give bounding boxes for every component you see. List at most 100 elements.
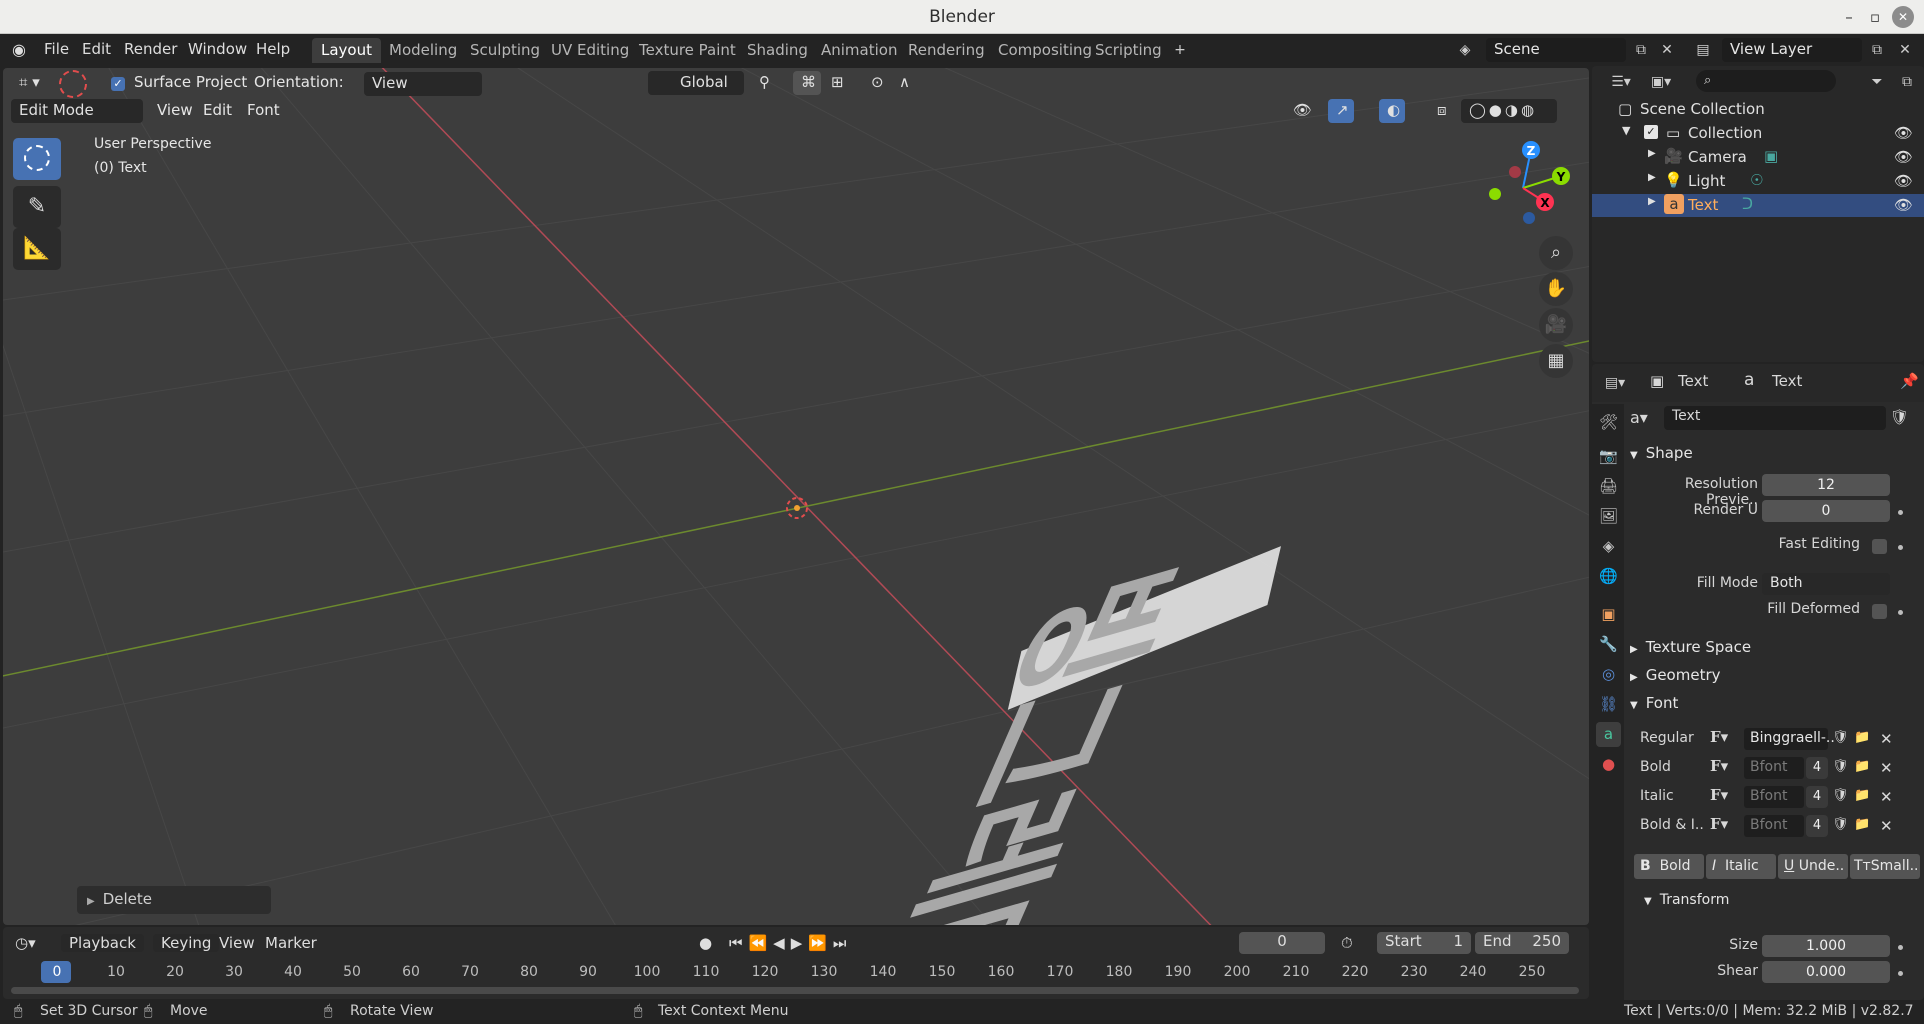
resolution-preview-field[interactable]: 12 (1762, 474, 1890, 496)
timeline-editor[interactable]: ◷▾ Playback Keying View Marker ● ⏮⏪◀▶⏩⏭ … (3, 927, 1589, 999)
texture-space-panel-header[interactable]: ▶ Texture Space (1630, 638, 1751, 656)
font-bold-italic-field[interactable]: Bfont (1744, 815, 1804, 837)
last-operator-panel[interactable]: ▶ Delete (77, 886, 271, 914)
menu-help[interactable]: Help (256, 40, 290, 58)
font-browse-icon[interactable]: F▾ (1710, 728, 1728, 746)
font-browse-icon[interactable]: F▾ (1710, 815, 1728, 833)
gizmo-toggle-icon[interactable]: ↗ (1328, 99, 1354, 123)
keyframe-dot-icon[interactable] (1898, 971, 1903, 976)
expand-arrow-icon[interactable]: ▶ (1648, 196, 1656, 207)
tab-rendering[interactable]: Rendering (899, 38, 994, 63)
select-circle-icon[interactable] (59, 70, 87, 98)
outliner-item-camera[interactable]: ▶ 🎥 Camera ▣ 👁 (1592, 146, 1924, 169)
playback-controls-icon[interactable]: ⏮⏪◀▶⏩⏭ (729, 934, 852, 952)
fake-user-shield-icon[interactable]: 🛡 (1832, 817, 1849, 832)
eye-icon[interactable]: 👁 (1894, 124, 1913, 142)
open-folder-icon[interactable]: 📁 (1854, 788, 1870, 803)
toggle-italic-button[interactable]: I Italic (1706, 854, 1776, 879)
snap-icon[interactable]: ⌘ (793, 71, 821, 95)
scene-name-field[interactable]: Scene (1486, 38, 1626, 62)
new-scene-icon[interactable]: ⧉ (1628, 38, 1654, 62)
scene-selector-icon[interactable]: ◈ (1452, 38, 1478, 62)
maximize-button[interactable]: ▫ (1864, 6, 1886, 28)
font-italic-field[interactable]: Bfont (1744, 786, 1804, 808)
outliner-item-light[interactable]: ▶ 💡 Light ☉ 👁 (1592, 170, 1924, 193)
font-regular-field[interactable]: Binggraell-.. (1744, 728, 1835, 750)
navigation-gizmo[interactable]: Z Y X (1473, 138, 1573, 238)
pivot-point-icon[interactable]: ⚲ (751, 71, 787, 95)
tab-compositing[interactable]: Compositing (989, 38, 1101, 63)
open-folder-icon[interactable]: 📁 (1854, 730, 1870, 745)
display-mode-icon[interactable]: ▣▾ (1648, 70, 1674, 94)
menu-file[interactable]: File (44, 40, 69, 58)
add-workspace-icon[interactable]: + (1167, 38, 1193, 62)
light-data-icon[interactable]: ☉ (1750, 171, 1763, 189)
world-tab-icon[interactable]: 🌐 (1596, 564, 1621, 589)
fill-deformed-checkbox[interactable] (1872, 604, 1887, 619)
expand-arrow-icon[interactable]: ▶ (1648, 172, 1656, 183)
tab-modeling[interactable]: Modeling (380, 38, 466, 63)
pin-icon[interactable]: 📌 (1900, 372, 1919, 390)
marker-menu[interactable]: Marker (265, 934, 317, 952)
playback-menu[interactable]: Playback (61, 934, 144, 952)
keyframe-dot-icon[interactable] (1898, 510, 1903, 515)
mode-dropdown[interactable]: Edit Mode (11, 99, 143, 123)
new-collection-icon[interactable]: ⧉ (1894, 70, 1920, 94)
visibility-icon[interactable]: 👁 (1285, 99, 1319, 123)
open-folder-icon[interactable]: 📁 (1854, 817, 1870, 832)
data-tab-icon[interactable]: a (1596, 722, 1621, 747)
transform-panel-header[interactable]: ▼ Transform (1644, 892, 1729, 908)
scene-tab-icon[interactable]: ◈ (1596, 534, 1621, 559)
collection-checkbox[interactable]: ✓ (1644, 125, 1658, 139)
view-layer-tab-icon[interactable]: 🖼 (1596, 504, 1621, 529)
toggle-underline-button[interactable]: U Unde.. (1778, 854, 1848, 879)
unlink-icon[interactable]: ✕ (1880, 788, 1893, 806)
delete-scene-icon[interactable]: ✕ (1654, 38, 1680, 62)
outliner[interactable]: ☰▾ ▣▾ ⌕ ⏷ ⧉ ▢ Scene Collection ▼ ✓ ▭ Col… (1592, 66, 1924, 362)
tool-tab-icon[interactable]: 🛠 (1596, 410, 1621, 435)
fast-editing-checkbox[interactable] (1872, 539, 1887, 554)
fake-user-shield-icon[interactable]: 🛡 (1890, 408, 1909, 426)
open-folder-icon[interactable]: 📁 (1854, 759, 1870, 774)
shape-panel-header[interactable]: ▼ Shape (1630, 444, 1693, 462)
timeline-view-menu[interactable]: View (219, 934, 255, 952)
eye-icon[interactable]: 👁 (1894, 172, 1913, 190)
collapse-arrow-icon[interactable]: ▼ (1622, 124, 1630, 137)
minimize-button[interactable]: – (1838, 6, 1860, 28)
render-u-field[interactable]: 0 (1762, 500, 1890, 522)
3d-viewport[interactable]: 빙그레다 ⌗ ▾ ✓ Surface Project Orientation: … (3, 68, 1589, 925)
filter-icon[interactable]: ⏷ (1864, 70, 1890, 94)
new-view-layer-icon[interactable]: ⧉ (1864, 38, 1890, 62)
outliner-collection[interactable]: ▼ ✓ ▭ Collection 👁 (1592, 122, 1924, 145)
tool-annotate[interactable]: ✎ (13, 186, 61, 228)
material-tab-icon[interactable]: ● (1596, 752, 1621, 777)
blender-logo-icon[interactable]: ◉ (12, 40, 26, 59)
shading-mode-icons[interactable]: ◯●◑◍ (1461, 99, 1557, 123)
viewport-menu-font[interactable]: Font (247, 101, 280, 119)
camera-view-icon[interactable]: 🎥 (1539, 308, 1573, 342)
modifier-tab-icon[interactable]: 🔧 (1596, 632, 1621, 657)
current-frame-field[interactable]: 0 (1239, 932, 1325, 954)
outliner-editor-icon[interactable]: ☰▾ (1608, 70, 1634, 94)
proportional-edit-icon[interactable]: ⊙ (863, 71, 891, 95)
shear-field[interactable]: 0.000 (1762, 961, 1890, 983)
ortho-grid-icon[interactable]: ▦ (1539, 344, 1573, 378)
view-layer-field[interactable]: View Layer (1722, 38, 1862, 62)
end-frame-field[interactable]: End 250 (1475, 932, 1569, 954)
camera-data-icon[interactable]: ▣ (1764, 147, 1778, 165)
fake-user-shield-icon[interactable]: 🛡 (1832, 759, 1849, 774)
font-bold-field[interactable]: Bfont (1744, 757, 1804, 779)
properties-editor[interactable]: ▤▾ ▣ Text a Text 📌 🛠 📷 🖨 🖼 ◈ 🌐 ▣ 🔧 ◎ ⛓ a… (1592, 364, 1924, 1000)
unlink-icon[interactable]: ✕ (1880, 759, 1893, 777)
zoom-icon[interactable]: ⌕ (1539, 236, 1573, 270)
tab-sculpting[interactable]: Sculpting (461, 38, 549, 63)
fake-user-shield-icon[interactable]: 🛡 (1832, 730, 1849, 745)
surface-project-checkbox[interactable]: ✓ (111, 77, 125, 91)
geometry-panel-header[interactable]: ▶ Geometry (1630, 666, 1721, 684)
properties-editor-icon[interactable]: ▤▾ (1602, 371, 1628, 395)
outliner-item-text[interactable]: ▶ a Text ᑐ 👁 (1592, 194, 1924, 217)
outliner-search-input[interactable]: ⌕ (1696, 70, 1836, 92)
timeline-scrollbar[interactable] (11, 987, 1579, 994)
fill-mode-dropdown[interactable]: Both (1762, 573, 1890, 595)
toggle-bold-button[interactable]: B Bold (1634, 854, 1704, 879)
